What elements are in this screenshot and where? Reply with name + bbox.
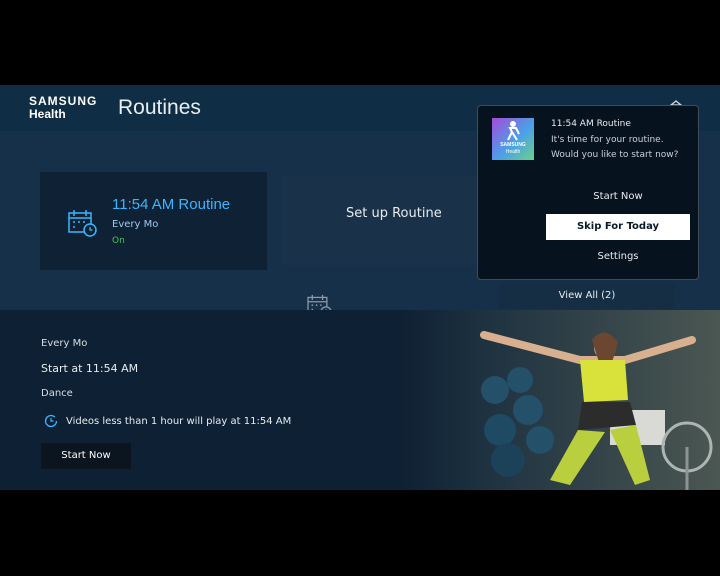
popup-skip-for-today-option[interactable]: Skip For Today [546, 214, 690, 240]
dance-preview-image [400, 310, 720, 490]
history-icon [44, 414, 58, 428]
page-title: Routines [118, 96, 201, 119]
popup-logo-line2: Health [505, 149, 521, 155]
routine-status: On [112, 236, 125, 246]
notification-title: 11:54 AM Routine [551, 119, 631, 129]
view-all-button[interactable]: View All (2) [499, 283, 675, 309]
dancer-illustration [400, 310, 720, 490]
routine-title: 11:54 AM Routine [112, 196, 231, 213]
runner-icon [507, 121, 520, 141]
popup-logo-line1: SAMSUNG [500, 142, 526, 148]
detail-start-time: Start at 11:54 AM [41, 362, 139, 375]
notification-message: It's time for your routine. Would you li… [551, 135, 679, 160]
setup-routine-label: Set up Routine [346, 206, 442, 221]
calendar-clock-icon [68, 210, 97, 237]
popup-start-now-option[interactable]: Start Now [546, 184, 690, 210]
routine-schedule: Every Mo [112, 219, 159, 230]
popup-settings-option[interactable]: Settings [546, 244, 690, 270]
start-now-button[interactable]: Start Now [41, 443, 131, 469]
samsung-health-app-icon: SAMSUNG Health [492, 118, 534, 160]
routine-notification-popup: SAMSUNG Health 11:54 AM Routine It's tim… [477, 105, 699, 280]
detail-activity: Dance [41, 388, 73, 399]
detail-video-note: Videos less than 1 hour will play at 11:… [66, 416, 292, 427]
detail-schedule: Every Mo [41, 338, 88, 349]
logo-line2: Health [29, 107, 66, 121]
samsung-health-logo: SAMSUNG Health [29, 95, 97, 121]
tv-screen: SAMSUNG Health Routines 11:54 AM Routine… [0, 85, 720, 490]
